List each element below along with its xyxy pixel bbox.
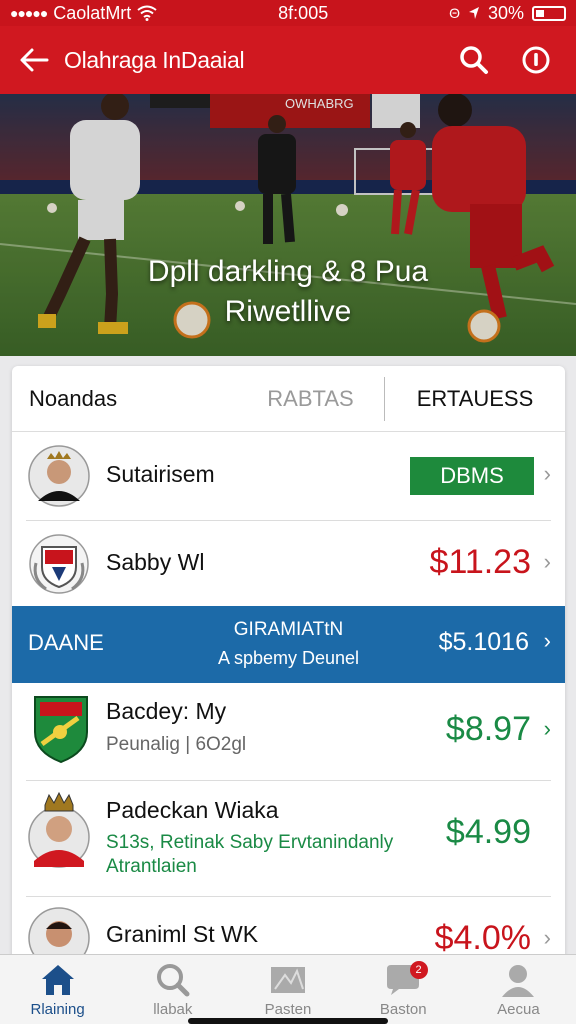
item-name: Bacdey: My bbox=[106, 698, 227, 724]
avatar bbox=[28, 445, 90, 507]
nav-item-chat[interactable]: 2 Baston bbox=[346, 955, 461, 1024]
hero-banner[interactable]: OWHABRG bbox=[0, 94, 576, 356]
back-arrow-icon[interactable] bbox=[18, 38, 50, 82]
item-subtitle: Peunalig | 6O2gl bbox=[106, 734, 247, 755]
hero-caption-line1: Dpll darkling & 8 Pua bbox=[147, 255, 429, 288]
tab-ertauess[interactable]: ERTAUESS bbox=[385, 386, 565, 412]
user-icon bbox=[502, 965, 535, 997]
nav-item-account[interactable]: Aecua bbox=[461, 955, 576, 1024]
item-subtitle: S13s, Retinak Saby Ervtanindanly Atrantl… bbox=[106, 832, 394, 877]
tab-bar: Noandas RABTAS ERTAUESS bbox=[12, 366, 565, 432]
grid-icon bbox=[271, 967, 305, 993]
promo-price: $5.1016 bbox=[438, 628, 529, 656]
search-icon[interactable] bbox=[452, 38, 496, 82]
chevron-right-icon: › bbox=[543, 716, 551, 741]
promo-banner[interactable]: DAANE GIRAMIATtN A spbemy Deunel $5.1016… bbox=[12, 606, 565, 683]
nav-label: Aecua bbox=[497, 1001, 540, 1018]
nav-item-home[interactable]: Rlaining bbox=[0, 955, 115, 1024]
list-item[interactable]: Padeckan Wiaka S13s, Retinak Saby Ervtan… bbox=[12, 781, 565, 896]
club-crest-icon bbox=[29, 534, 89, 594]
list-item[interactable]: Sabby Wl $11.23 › bbox=[12, 521, 565, 606]
list-item[interactable]: Bacdey: My Peunalig | 6O2gl $8.97 › bbox=[12, 684, 565, 780]
item-name: Padeckan Wiaka bbox=[106, 797, 279, 823]
location-icon bbox=[468, 7, 479, 19]
item-name: Graniml St WK bbox=[106, 921, 259, 947]
avatar bbox=[28, 791, 90, 868]
notification-badge: 2 bbox=[409, 961, 428, 979]
hero-caption: Dpll darkling & 8 Pua Riwetllive bbox=[0, 252, 576, 332]
item-name: Sabby Wl bbox=[106, 549, 205, 575]
home-indicator bbox=[188, 1018, 388, 1024]
chevron-right-icon: › bbox=[543, 549, 551, 574]
club-crest-icon bbox=[34, 696, 88, 764]
alert-icon[interactable] bbox=[514, 38, 558, 82]
tab-rabtas[interactable]: RABTAS bbox=[237, 386, 384, 412]
item-price: $11.23 bbox=[429, 543, 531, 581]
battery-percent: 30% bbox=[487, 2, 524, 23]
page-title: Olahraga InDaaial bbox=[64, 46, 245, 73]
status-badge[interactable]: DBMS bbox=[410, 457, 534, 495]
nav-label: llabak bbox=[153, 1001, 193, 1018]
search-icon bbox=[156, 964, 190, 997]
item-price: $4.99 bbox=[445, 813, 531, 851]
clock: 8f:005 bbox=[278, 2, 329, 23]
nav-label: Pasten bbox=[264, 1001, 312, 1018]
listing-card: Noandas RABTAS ERTAUESS Sutairisem DBMS … bbox=[12, 366, 565, 966]
nav-item-search[interactable]: llabak bbox=[115, 955, 230, 1024]
item-name: Sutairisem bbox=[106, 461, 215, 487]
chevron-right-icon: › bbox=[543, 628, 551, 653]
bluetooth-icon: Θ bbox=[449, 5, 460, 21]
battery-icon bbox=[532, 5, 566, 21]
nav-item-grid[interactable]: Pasten bbox=[230, 955, 345, 1024]
home-icon bbox=[41, 965, 74, 995]
nav-label: Rlaining bbox=[30, 1001, 85, 1018]
hero-caption-line2: Riwetllive bbox=[224, 295, 352, 328]
chevron-right-icon: › bbox=[543, 461, 551, 486]
item-price: $8.97 bbox=[445, 710, 531, 748]
tab-noandas[interactable]: Noandas bbox=[12, 386, 237, 412]
bottom-nav: Rlaining llabak Pasten 2 Baston Aecua bbox=[0, 954, 576, 1024]
chevron-right-icon: › bbox=[543, 925, 551, 950]
status-bar: ●●●●● CaolatMrt 8f:005 Θ 30% bbox=[0, 0, 576, 26]
list-item[interactable]: Sutairisem DBMS › bbox=[12, 433, 565, 519]
app-bar: Olahraga InDaaial bbox=[0, 26, 576, 94]
carrier-label: CaolatMrt bbox=[53, 2, 132, 23]
signal-icon: ●●●●● bbox=[10, 5, 48, 21]
item-price: $4.0% bbox=[434, 919, 531, 957]
nav-label: Baston bbox=[379, 1001, 427, 1018]
wifi-icon bbox=[137, 5, 157, 21]
